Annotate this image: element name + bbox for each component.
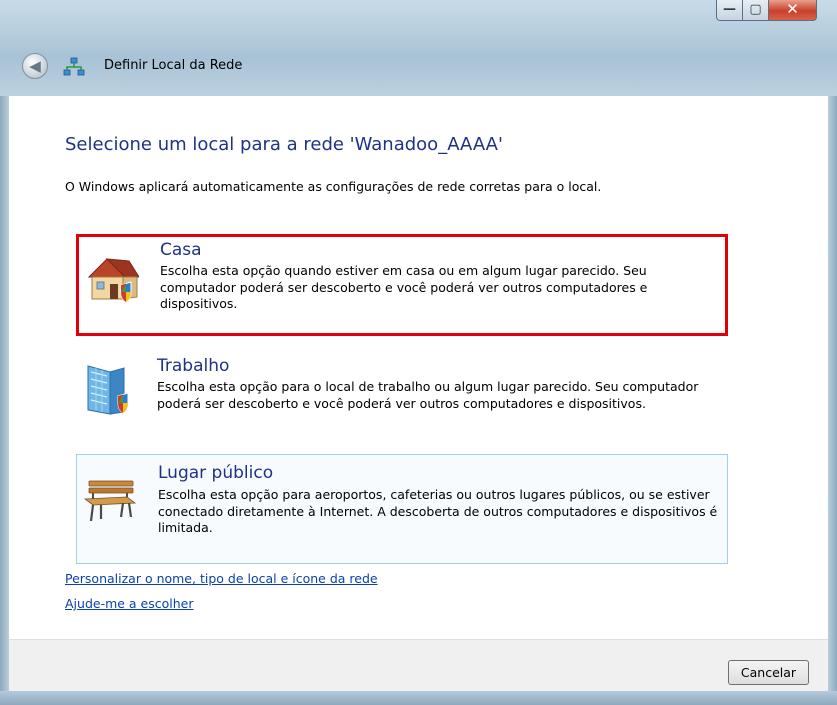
page-description: O Windows aplicará automaticamente as co… — [65, 179, 602, 194]
window-border-left — [0, 96, 9, 705]
option-home-title: Casa — [160, 240, 202, 260]
window-border-right — [828, 96, 837, 705]
maximize-icon: ▢ — [749, 2, 762, 17]
option-public-text: Escolha esta opção para aeroportos, cafe… — [158, 487, 718, 535]
minimize-button[interactable]: — — [716, 0, 743, 21]
title-bar — [0, 0, 837, 96]
option-work[interactable]: Trabalho Escolha esta opção para o local… — [76, 352, 728, 452]
window-border-bottom — [0, 691, 837, 705]
network-icon — [63, 57, 85, 76]
option-public-title: Lugar público — [158, 463, 274, 483]
content-area: Selecione um local para a rede 'Wanadoo_… — [9, 96, 828, 639]
footer-bar: Cancelar — [9, 639, 828, 692]
dialog-window: — ▢ ✕ ◀ Definir Local da Rede Selecione … — [0, 0, 837, 705]
house-icon — [87, 258, 139, 303]
option-work-title: Trabalho — [157, 356, 230, 376]
help-choose-link[interactable]: Ajude-me a escolher — [65, 596, 194, 611]
option-home[interactable]: Casa Escolha esta opção quando estiver e… — [76, 234, 728, 336]
cancel-button[interactable]: Cancelar — [728, 660, 809, 685]
back-button[interactable]: ◀ — [22, 53, 48, 79]
maximize-button[interactable]: ▢ — [743, 0, 769, 21]
park-bench-icon — [83, 480, 137, 522]
option-work-text: Escolha esta opção para o local de traba… — [157, 379, 699, 411]
option-home-text: Escolha esta opção quando estiver em cas… — [160, 263, 648, 311]
office-building-icon — [87, 365, 129, 415]
option-public[interactable]: Lugar público Escolha esta opção para ae… — [76, 454, 728, 564]
close-button[interactable]: ✕ — [769, 0, 817, 21]
minimize-icon: — — [723, 2, 736, 17]
close-icon: ✕ — [786, 0, 799, 18]
customize-network-link[interactable]: Personalizar o nome, tipo de local e íco… — [65, 571, 378, 586]
window-title: Definir Local da Rede — [104, 58, 243, 73]
page-heading: Selecione um local para a rede 'Wanadoo_… — [65, 134, 503, 155]
back-arrow-icon: ◀ — [29, 57, 41, 75]
